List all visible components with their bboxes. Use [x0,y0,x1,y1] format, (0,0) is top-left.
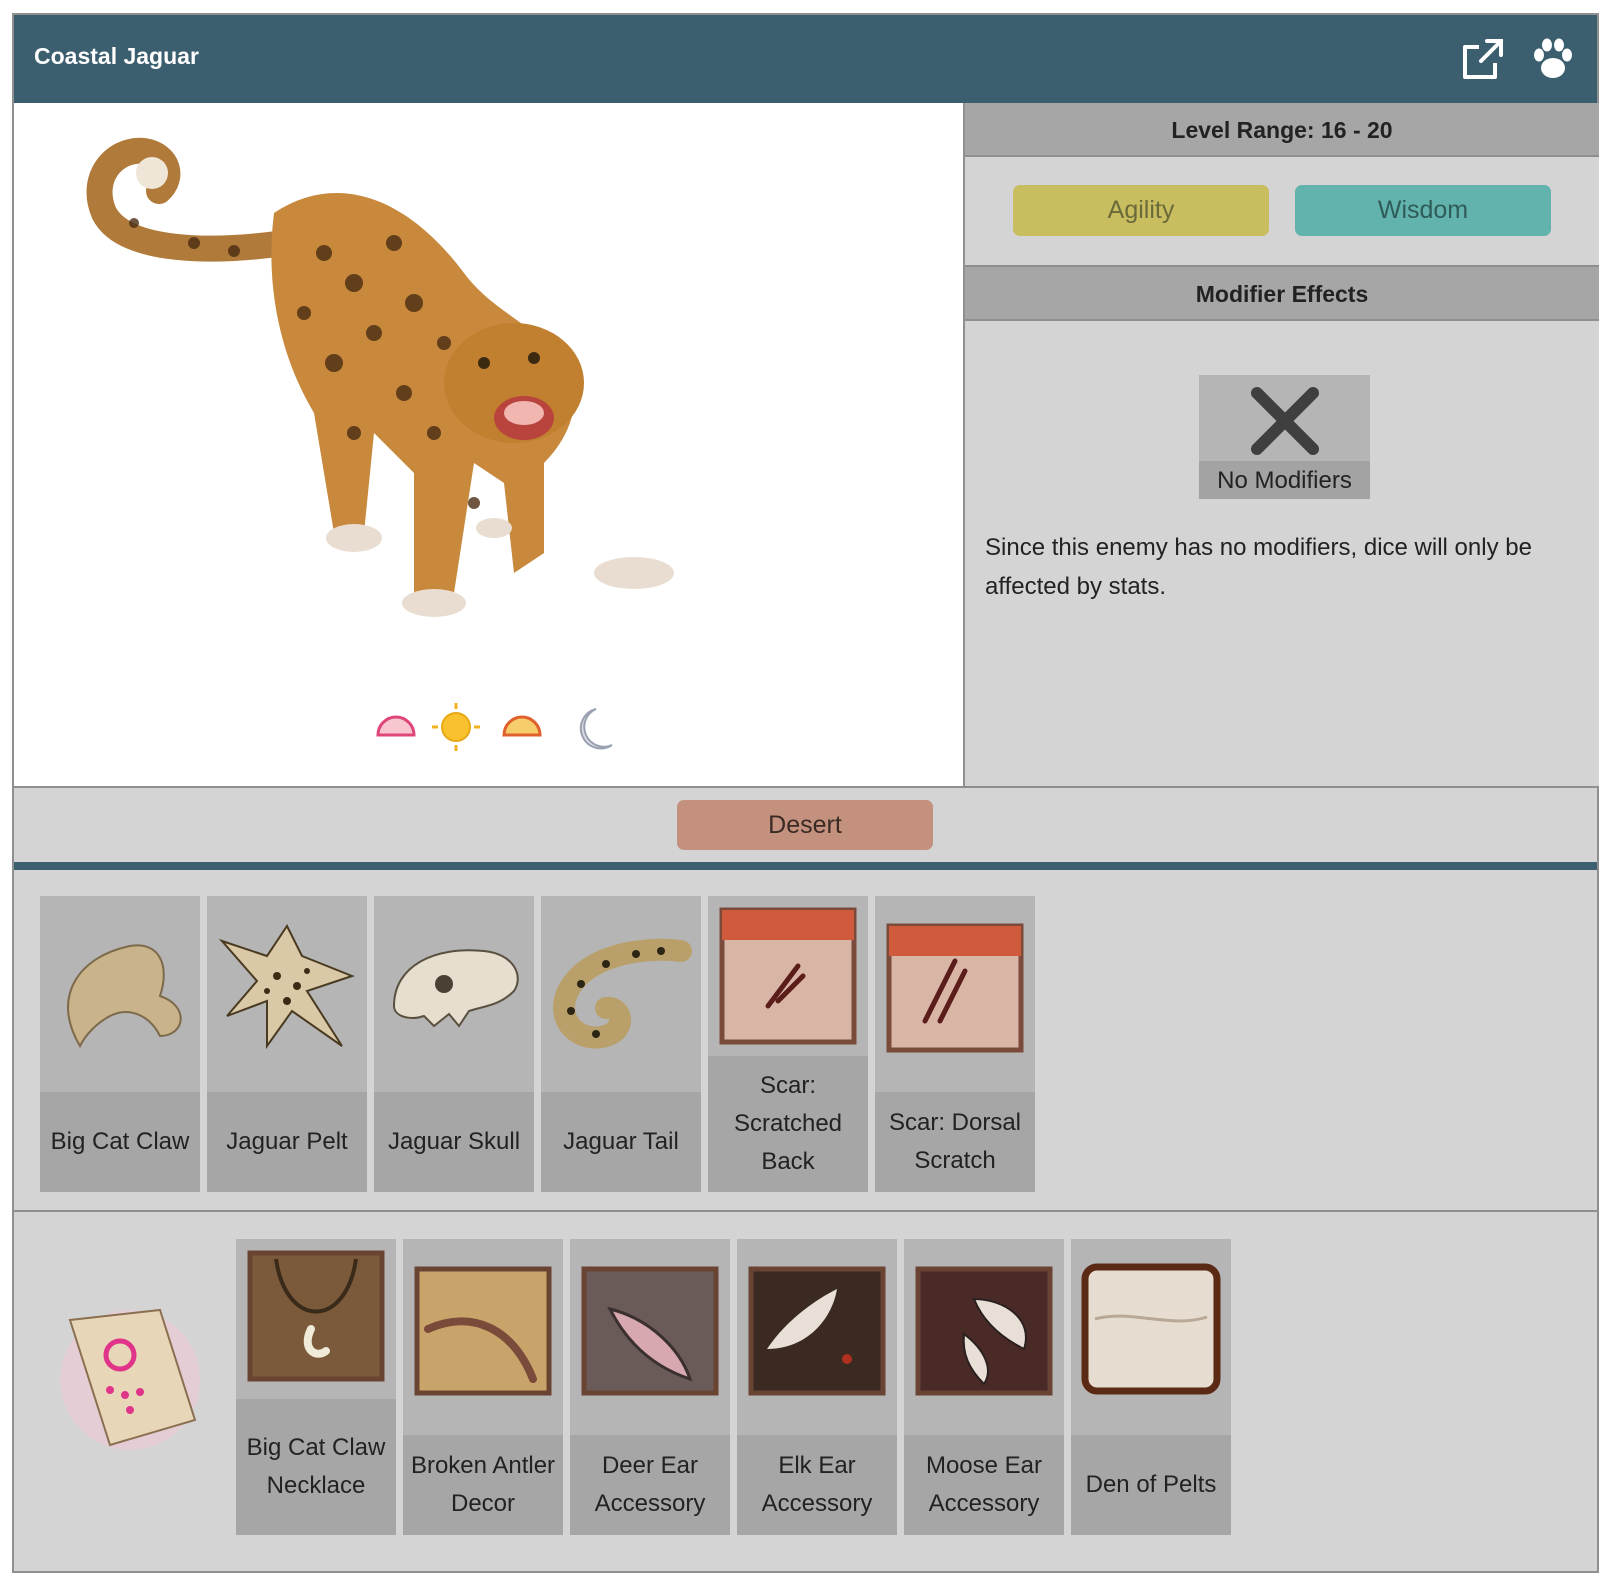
stat-agility-button[interactable]: Agility [1013,185,1269,236]
dusk-icon [502,715,542,737]
moose-ear-icon [915,1266,1053,1396]
reward-item-elk-ear-accessory[interactable]: Elk Ear Accessory [737,1239,897,1535]
enemy-title: Coastal Jaguar [34,43,199,69]
necklace-icon [247,1250,385,1382]
elk-ear-icon [748,1266,886,1396]
drop-item-label: Jaguar Skull [374,1092,534,1192]
level-range: Level Range: 16 - 20 [965,103,1599,157]
reward-item-den-of-pelts[interactable]: Den of Pelts [1071,1239,1231,1535]
drop-item-big-cat-claw[interactable]: Big Cat Claw [40,896,200,1192]
card-header: Coastal Jaguar [14,15,1597,103]
reward-item-label: Broken Antler Decor [403,1435,563,1535]
drop-item-jaguar-pelt[interactable]: Jaguar Pelt [207,896,367,1192]
rewards-section: Big Cat Claw Necklace Broken Antler Deco… [14,1212,1597,1573]
close-x-icon [1251,387,1319,455]
reward-item-label: Den of Pelts [1071,1435,1231,1535]
tail-icon [553,938,692,1049]
external-link-icon[interactable] [1461,37,1505,81]
drops-section: Big Cat Claw Jaguar Pelt Jaguar Skull Ja… [14,870,1597,1212]
drop-item-label: Jaguar Tail [541,1092,701,1192]
scar-back-icon [719,907,857,1045]
modifier-effects-heading: Modifier Effects [965,267,1599,321]
reward-item-deer-ear-accessory[interactable]: Deer Ear Accessory [570,1239,730,1535]
reward-item-label: Big Cat Claw Necklace [236,1399,396,1535]
reward-item-moose-ear-accessory[interactable]: Moose Ear Accessory [904,1239,1064,1535]
time-of-day-icons [376,703,613,751]
dawn-icon [376,715,416,737]
drop-item-label: Big Cat Claw [40,1092,200,1192]
enemy-image-pane [14,103,965,786]
modifier-description: Since this enemy has no modifiers, dice … [985,534,1532,600]
reward-item-label: Elk Ear Accessory [737,1435,897,1535]
claw-icon [67,944,182,1049]
drop-item-jaguar-skull[interactable]: Jaguar Skull [374,896,534,1192]
scroll-icon [60,1308,200,1450]
den-icon [1081,1263,1221,1395]
drop-item-label: Jaguar Pelt [207,1092,367,1192]
stats-row: Agility Wisdom [965,157,1599,267]
reward-item-label: Moose Ear Accessory [904,1435,1064,1535]
enemy-card: Coastal Jaguar Level Range: 16 - 20 Agil… [12,13,1599,1573]
drop-item-scar-scratched-back[interactable]: Scar: Scratched Back [708,896,868,1192]
day-icon [432,703,480,751]
no-modifiers-tile: No Modifiers [1199,375,1370,499]
enemy-info-pane: Level Range: 16 - 20 Agility Wisdom Modi… [965,103,1599,786]
jaguar-image [86,137,674,617]
drop-item-label: Scar: Scratched Back [708,1056,868,1192]
skull-icon [392,949,519,1028]
paw-icon[interactable] [1529,35,1577,83]
deer-ear-icon [581,1266,719,1396]
stat-wisdom-button[interactable]: Wisdom [1295,185,1551,236]
biome-desert-button[interactable]: Desert [677,800,933,850]
drop-item-jaguar-tail[interactable]: Jaguar Tail [541,896,701,1192]
drop-item-scar-dorsal-scratch[interactable]: Scar: Dorsal Scratch [875,896,1035,1192]
reward-item-label: Deer Ear Accessory [570,1435,730,1535]
reward-item-big-cat-claw-necklace[interactable]: Big Cat Claw Necklace [236,1239,396,1535]
scar-dorsal-icon [886,923,1024,1053]
drop-item-label: Scar: Dorsal Scratch [875,1092,1035,1192]
biome-row: Desert [14,786,1597,870]
no-modifiers-label: No Modifiers [1199,461,1370,499]
pelt-icon [218,924,355,1050]
night-icon [579,708,613,750]
antler-icon [414,1266,552,1396]
reward-item-broken-antler-decor[interactable]: Broken Antler Decor [403,1239,563,1535]
